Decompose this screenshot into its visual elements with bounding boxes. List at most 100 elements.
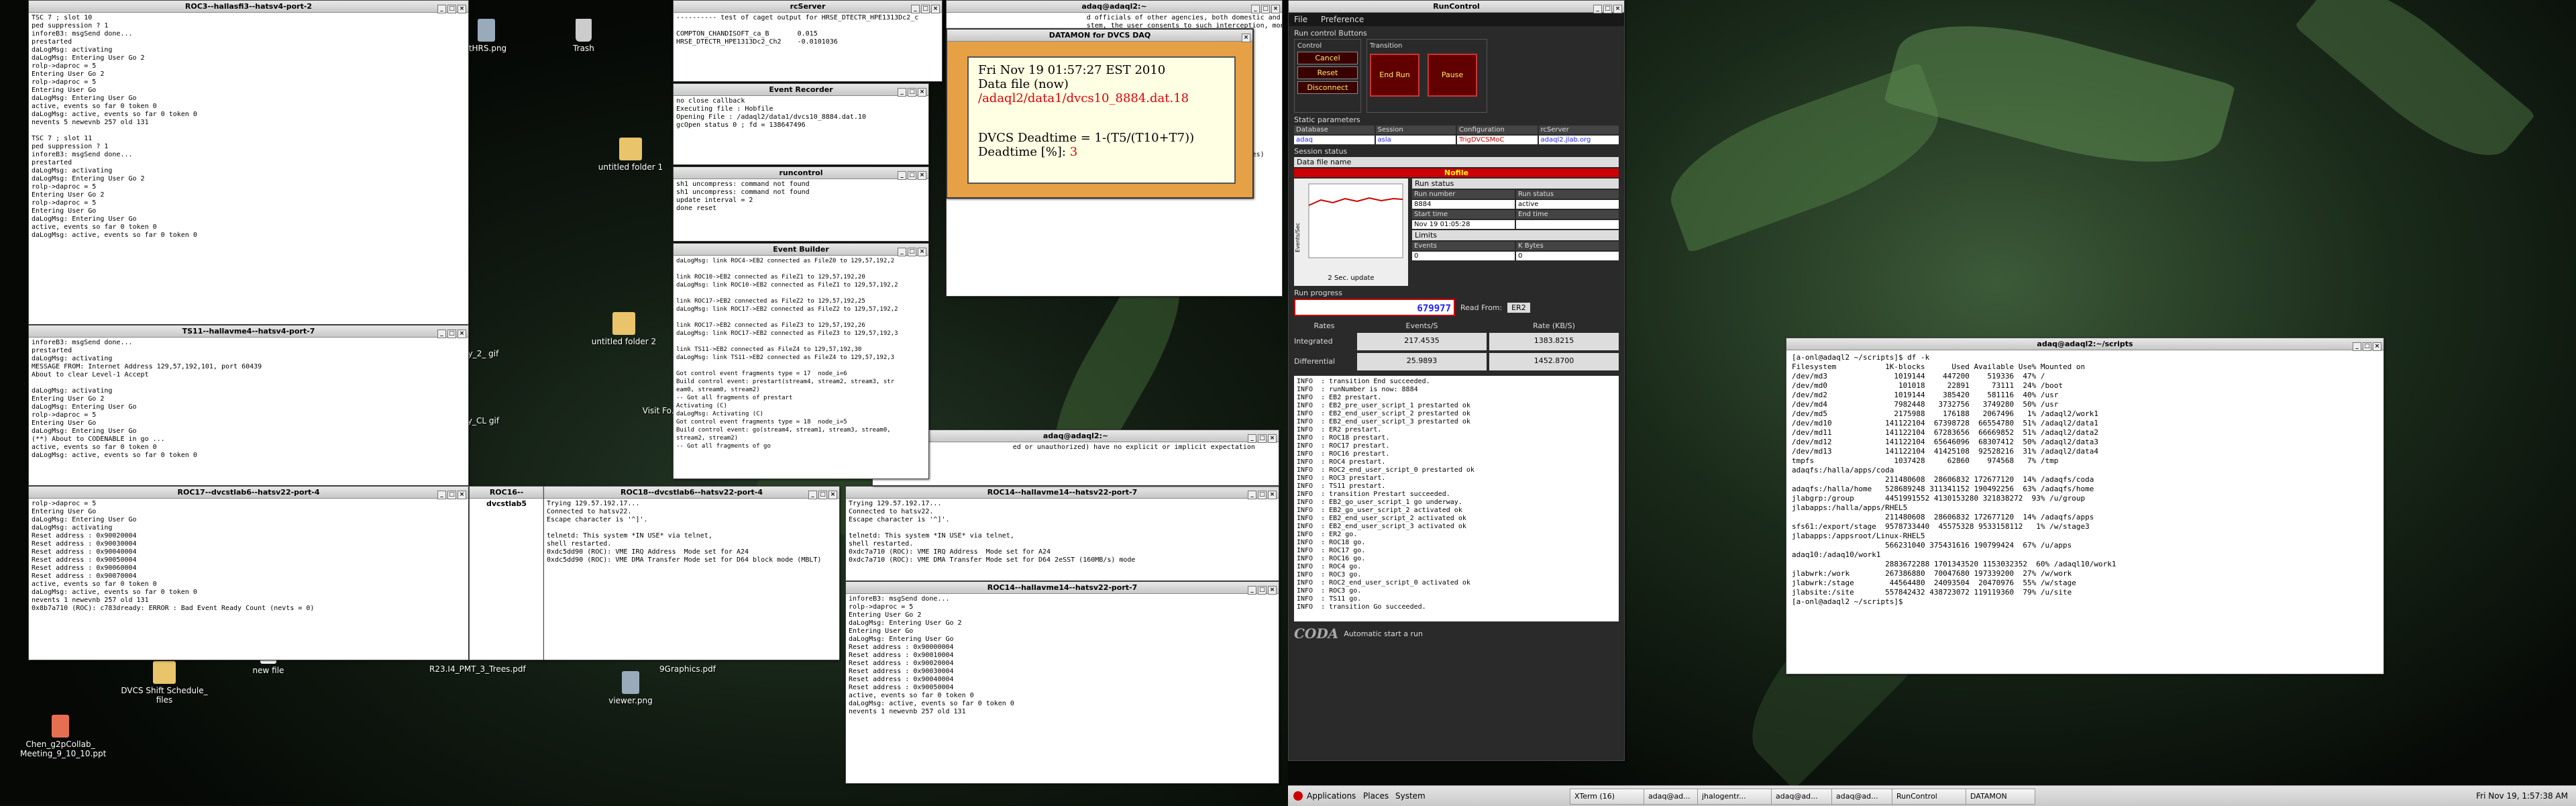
terminal-output[interactable]: TSC 7 ; slot 10 ped suppression ? 1 infore… — [29, 13, 468, 241]
desktop-icon-folder[interactable]: untitled folder 2 — [584, 312, 664, 346]
minimize-icon[interactable]: _ — [898, 248, 906, 256]
close-icon[interactable]: × — [931, 5, 940, 13]
maximize-icon[interactable]: □ — [908, 248, 916, 256]
window-titlebar[interactable]: runcontrol _ □ × — [674, 167, 928, 180]
task-datamon[interactable]: DATAMON — [1966, 789, 2035, 805]
minimize-icon[interactable]: _ — [898, 171, 906, 180]
maximize-icon[interactable]: □ — [447, 491, 456, 499]
menu-file[interactable]: File — [1294, 15, 1307, 24]
reset-button[interactable]: Reset — [1297, 66, 1358, 79]
minimize-icon[interactable]: _ — [2353, 342, 2361, 351]
window-titlebar[interactable]: ROC14--hallavme14--hatsv22-port-7 _ □ × — [846, 582, 1279, 595]
terminal-output[interactable]: [a-onl@adaql2 ~/scripts]$ df -k Filesyste… — [1786, 350, 2383, 609]
window-titlebar[interactable]: Event Builder _ □ × — [674, 244, 928, 256]
window-titlebar[interactable]: ROC16--dvcstlab5 — [470, 487, 543, 508]
terminal-output[interactable]: rolp->daproc = 5 Entering User Go daLogMsg… — [29, 499, 468, 614]
close-icon[interactable]: × — [1613, 5, 1622, 13]
window-titlebar[interactable]: Event Recorder _ □ × — [674, 84, 928, 97]
redhat-logo-icon[interactable] — [1293, 791, 1303, 801]
kbytes-limit-input[interactable]: 0 — [1516, 252, 1619, 260]
task-adaq-1[interactable]: adaq@ad... — [1644, 789, 1700, 805]
message-log[interactable]: INFO : transition End succeeded. INFO : r… — [1294, 376, 1619, 621]
events-limit-input[interactable]: 0 — [1412, 252, 1515, 260]
maximize-icon[interactable]: □ — [818, 491, 827, 499]
pause-button[interactable]: Pause — [1428, 54, 1477, 97]
window-titlebar[interactable]: ROC18--dvcstlab6--hatsv22-port-4 _ □ × — [544, 487, 839, 499]
maximize-icon[interactable]: □ — [447, 330, 456, 338]
terminal-roc16[interactable]: ROC16--dvcstlab5 — [469, 486, 544, 660]
terminal-output[interactable]: sh1 uncompress: command not found sh1 unc… — [674, 179, 928, 214]
window-controls[interactable]: _ □ × — [1246, 488, 1277, 499]
terminal-output[interactable]: Trying 129.57.192.17... Connected to hats… — [846, 499, 1279, 566]
maximize-icon[interactable]: □ — [1603, 5, 1612, 13]
window-rcserver[interactable]: rcServer _ □ × ---------- test of caget ou… — [673, 0, 943, 82]
auto-start-label[interactable]: Automatic start a run — [1344, 629, 1423, 638]
task-xterm[interactable]: XTerm (16) — [1570, 789, 1646, 805]
menu-system[interactable]: System — [1395, 786, 1426, 806]
terminal-output[interactable]: inforeB3: msgSend done... rolp->daproc = … — [846, 594, 1279, 717]
close-icon[interactable]: × — [828, 491, 837, 499]
maximize-icon[interactable]: □ — [1258, 434, 1267, 443]
close-icon[interactable]: × — [458, 5, 466, 13]
window-controls[interactable]: _ □ × — [1592, 2, 1622, 13]
window-controls[interactable]: _ □ × — [910, 2, 940, 13]
terminal-output[interactable]: daLogMsg: link ROC4->EB2 connected as Fi… — [674, 256, 928, 452]
disconnect-button[interactable]: Disconnect — [1297, 81, 1358, 94]
maximize-icon[interactable]: □ — [447, 5, 456, 13]
terminal-roc17[interactable]: ROC17--dvcstlab6--hatsv22-port-4 _ □ × rol… — [28, 486, 469, 660]
desktop-icon-trash[interactable]: Trash — [543, 19, 624, 53]
window-titlebar[interactable]: RunControl _ □ × — [1289, 1, 1624, 13]
window-controls[interactable]: _ □ × — [1246, 432, 1277, 443]
window-titlebar[interactable]: DATAMON for DVCS DAQ × — [947, 30, 1252, 42]
close-icon[interactable]: × — [918, 171, 926, 180]
terminal-output[interactable]: no close callback Executing file : Hobfil… — [674, 96, 928, 131]
window-controls[interactable]: _ □ × — [2351, 340, 2381, 351]
window-titlebar[interactable]: ROC3--hallasfi3--hatsv4-port-2 _ □ × — [29, 1, 468, 13]
desktop-icon-pdf[interactable]: 9Graphics.pdf — [651, 664, 724, 674]
read-from-select[interactable]: ER2 — [1507, 302, 1530, 313]
minimize-icon[interactable]: _ — [808, 491, 817, 499]
window-controls[interactable]: _ □ × — [1246, 583, 1277, 595]
terminal-roc14-top[interactable]: ROC14--hallavme14--hatsv22-port-7 _ □ × Tr… — [845, 486, 1279, 581]
minimize-icon[interactable]: _ — [1248, 586, 1256, 595]
window-controls[interactable]: _ □ × — [436, 488, 466, 499]
maximize-icon[interactable]: □ — [908, 88, 916, 97]
menu-applications[interactable]: Applications — [1307, 786, 1356, 806]
close-icon[interactable]: × — [458, 491, 466, 499]
maximize-icon[interactable]: □ — [908, 171, 916, 180]
window-controls[interactable]: _ □ × — [436, 327, 466, 338]
close-icon[interactable]: × — [1268, 434, 1277, 443]
task-jhalogentr[interactable]: jhalogentr... — [1697, 789, 1774, 805]
window-titlebar[interactable]: ROC17--dvcstlab6--hatsv22-port-4 _ □ × — [29, 487, 468, 499]
window-titlebar[interactable]: adaq@adaql2:~ _ □ × — [873, 430, 1279, 443]
window-runcontrol[interactable]: RunControl _ □ × File Preference Run contr… — [1288, 0, 1625, 761]
window-event-recorder[interactable]: Event Recorder _ □ × no close callback Exec… — [673, 83, 929, 165]
minimize-icon[interactable]: _ — [911, 5, 920, 13]
terminal-output[interactable]: ed or unauthorized) have no explicit or … — [873, 442, 1279, 453]
terminal-ts11[interactable]: TS11--hallavme4--hatsv4-port-7 _ □ × infor… — [28, 325, 469, 486]
window-titlebar[interactable]: TS11--hallavme4--hatsv4-port-7 _ □ × — [29, 325, 468, 338]
desktop-icon-image[interactable]: viewer.png — [597, 671, 664, 705]
end-run-button[interactable]: End Run — [1370, 54, 1419, 97]
window-datamon[interactable]: DATAMON for DVCS DAQ × Fri Nov 19 01:57:… — [946, 28, 1254, 199]
close-icon[interactable]: × — [918, 88, 926, 97]
minimize-icon[interactable]: _ — [898, 88, 906, 97]
menu-places[interactable]: Places — [1363, 786, 1389, 806]
window-controls[interactable]: _ □ × — [1250, 2, 1280, 13]
minimize-icon[interactable]: _ — [1248, 434, 1256, 443]
window-titlebar[interactable]: adaq@adaql2:~ _ □ × — [947, 1, 1282, 13]
terminal-adaq-mid[interactable]: adaq@adaql2:~ _ □ × ed or unauthorized) ha… — [872, 430, 1279, 486]
terminal-output[interactable]: Trying 129.57.192.17... Connected to hats… — [544, 499, 839, 566]
desktop-icon-folder[interactable]: DVCS Shift Schedule_ files — [121, 661, 208, 705]
minimize-icon[interactable]: _ — [437, 330, 446, 338]
minimize-icon[interactable]: _ — [437, 491, 446, 499]
minimize-icon[interactable]: _ — [1248, 491, 1256, 499]
window-event-builder[interactable]: Event Builder _ □ × daLogMsg: link ROC4->E… — [673, 243, 929, 479]
maximize-icon[interactable]: □ — [1258, 491, 1267, 499]
window-controls[interactable]: × — [1240, 31, 1250, 42]
terminal-output[interactable]: ---------- test of caget output for HRSE… — [674, 13, 942, 48]
task-adaq-3[interactable]: adaq@ad... — [1831, 789, 1894, 805]
window-runcontrol-log[interactable]: runcontrol _ □ × sh1 uncompress: command n… — [673, 166, 929, 242]
window-controls[interactable]: _ □ × — [896, 85, 926, 97]
close-icon[interactable]: × — [918, 248, 926, 256]
